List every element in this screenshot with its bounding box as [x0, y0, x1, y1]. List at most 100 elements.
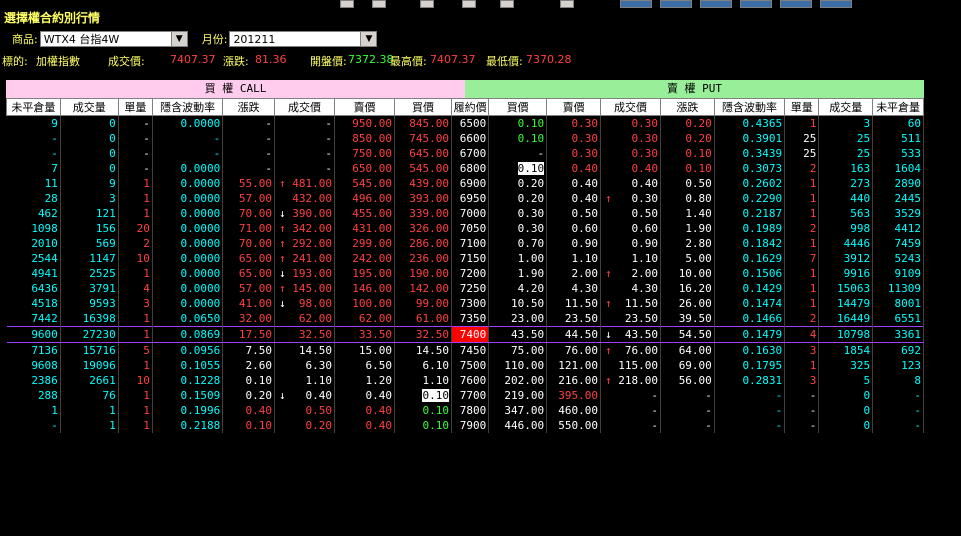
cell-p-vol[interactable]: 5 — [818, 373, 874, 388]
cell-p-iv[interactable]: 0.2290 — [714, 191, 786, 206]
cell-p-ask[interactable]: 550.00 — [546, 418, 601, 433]
cell-p-ask[interactable]: 0.40 — [546, 191, 601, 206]
cell-c-chg[interactable]: 32.00 — [222, 311, 276, 327]
cell-c-iv[interactable]: 0.0000 — [152, 221, 224, 236]
cell-p-ask[interactable]: 0.30 — [546, 115, 601, 131]
cell-p-vol[interactable]: 15063 — [818, 281, 874, 296]
column-header[interactable]: 賣價 — [334, 98, 396, 116]
cell-p-chg[interactable]: 1.40 — [660, 206, 715, 221]
month-select[interactable]: 201211 ▼ — [229, 31, 378, 47]
cell-c-vol[interactable]: 9593 — [60, 296, 119, 311]
cell-c-bid[interactable]: 0.10 — [394, 418, 452, 433]
cell-p-bid[interactable]: 0.10 — [488, 115, 548, 131]
cell-p-oi[interactable]: 8001 — [872, 296, 924, 311]
cell-strike[interactable]: 7800 — [450, 403, 490, 418]
cell-c-bid[interactable]: 236.00 — [394, 251, 452, 266]
cell-p-last[interactable]: ↑ 0.30 — [600, 191, 662, 206]
cell-c-iv[interactable]: 0.0000 — [152, 236, 224, 251]
cell-c-chg[interactable]: 41.00 — [222, 296, 276, 311]
toolbar-button[interactable] — [500, 0, 514, 8]
cell-strike[interactable]: 7450 — [450, 342, 490, 358]
cell-c-ask[interactable]: 0.40 — [334, 418, 396, 433]
cell-c-unit[interactable]: - — [118, 131, 153, 146]
cell-c-vol[interactable]: 0 — [60, 131, 119, 146]
cell-p-ask[interactable]: 76.00 — [546, 342, 601, 358]
option-row[interactable]: 1098 156 20 0.0000 71.00 ↑ 342.00 431.00 326.00 7… — [6, 221, 924, 236]
cell-c-last[interactable]: 0.20 — [274, 418, 336, 433]
cell-c-unit[interactable]: 2 — [118, 236, 153, 251]
cell-p-unit[interactable]: 3 — [784, 373, 820, 388]
toolbar-button[interactable] — [820, 0, 852, 8]
cell-p-last[interactable]: 0.90 — [600, 236, 662, 251]
cell-c-vol[interactable]: 569 — [60, 236, 119, 251]
column-header[interactable]: 單量 — [117, 98, 153, 116]
cell-p-chg[interactable]: 0.20 — [660, 115, 715, 131]
cell-c-oi[interactable]: 11 — [6, 176, 61, 191]
cell-p-oi[interactable]: 2445 — [872, 191, 924, 206]
cell-c-chg[interactable]: 70.00 — [222, 206, 276, 221]
cell-p-vol[interactable]: 25 — [818, 146, 874, 161]
cell-p-last[interactable]: 1.10 — [600, 251, 662, 266]
option-row[interactable]: 9600 27230 1 0.0869 17.50 32.50 33.50 32.50 7400… — [6, 326, 924, 343]
cell-p-bid[interactable]: 110.00 — [488, 358, 548, 373]
cell-p-iv[interactable]: 0.1989 — [714, 221, 786, 236]
cell-p-ask[interactable]: 0.90 — [546, 236, 601, 251]
cell-c-ask[interactable]: 455.00 — [334, 206, 396, 221]
column-header[interactable]: 履約價 — [450, 98, 490, 116]
cell-p-vol[interactable]: 4446 — [818, 236, 874, 251]
cell-p-unit[interactable]: 1 — [784, 281, 820, 296]
option-row[interactable]: - 0 - - - - 750.00 645.00 6700 - 0.30 0.30 0.10 0.343… — [6, 146, 924, 161]
cell-p-iv[interactable]: 0.1466 — [714, 311, 786, 327]
cell-c-chg[interactable]: 55.00 — [222, 176, 276, 191]
option-row[interactable]: 9 0 - 0.0000 - - 950.00 845.00 6500 0.10 0.30 0.30 0… — [6, 115, 924, 131]
cell-p-iv[interactable]: 0.1429 — [714, 281, 786, 296]
cell-c-bid[interactable]: 393.00 — [394, 191, 452, 206]
cell-p-last[interactable]: ↑ 76.00 — [600, 342, 662, 358]
cell-c-unit[interactable]: - — [118, 115, 153, 131]
column-header[interactable]: 未平倉量 — [6, 98, 61, 116]
cell-c-unit[interactable]: 1 — [118, 191, 153, 206]
cell-p-unit[interactable]: 1 — [784, 115, 820, 131]
cell-c-chg[interactable]: 65.00 — [222, 266, 276, 281]
cell-p-bid[interactable]: 0.30 — [488, 206, 548, 221]
cell-p-oi[interactable]: 5243 — [872, 251, 924, 266]
cell-p-oi[interactable]: 123 — [872, 358, 924, 373]
cell-strike[interactable]: 7900 — [450, 418, 490, 433]
cell-c-iv[interactable]: 0.0000 — [152, 161, 224, 176]
cell-p-oi[interactable]: 3361 — [872, 326, 924, 343]
column-header[interactable]: 賣價 — [546, 98, 601, 116]
cell-c-ask[interactable]: 100.00 — [334, 296, 396, 311]
cell-c-last[interactable]: 32.50 — [274, 326, 336, 343]
column-header[interactable]: 漲跌 — [222, 98, 276, 116]
cell-p-oi[interactable]: 7459 — [872, 236, 924, 251]
cell-c-unit[interactable]: 1 — [118, 176, 153, 191]
cell-c-oi[interactable]: 7 — [6, 161, 61, 176]
cell-c-unit[interactable]: 1 — [118, 326, 153, 343]
cell-p-bid[interactable]: 0.10 — [488, 131, 548, 146]
cell-p-vol[interactable]: 9916 — [818, 266, 874, 281]
cell-c-last[interactable]: 0.50 — [274, 403, 336, 418]
option-row[interactable]: 462 121 1 0.0000 70.00 ↓ 390.00 455.00 339.00 700… — [6, 206, 924, 221]
option-row[interactable]: - 1 1 0.2188 0.10 0.20 0.40 0.10 7900 446.00 550.0… — [6, 418, 924, 433]
cell-c-iv[interactable]: 0.1055 — [152, 358, 224, 373]
cell-c-bid[interactable]: 339.00 — [394, 206, 452, 221]
cell-p-iv[interactable]: 0.1629 — [714, 251, 786, 266]
cell-p-ask[interactable]: 44.50 — [546, 326, 601, 343]
cell-c-vol[interactable]: 19096 — [60, 358, 119, 373]
cell-c-ask[interactable]: 62.00 — [334, 311, 396, 327]
cell-c-last[interactable]: ↑ 145.00 — [274, 281, 336, 296]
cell-strike[interactable]: 7000 — [450, 206, 490, 221]
cell-p-oi[interactable]: 60 — [872, 115, 924, 131]
cell-p-iv[interactable]: 0.2831 — [714, 373, 786, 388]
cell-c-iv[interactable]: - — [152, 131, 224, 146]
cell-p-last[interactable]: - — [600, 403, 662, 418]
cell-p-vol[interactable]: 998 — [818, 221, 874, 236]
cell-p-iv[interactable]: 0.1842 — [714, 236, 786, 251]
cell-p-unit[interactable]: 3 — [784, 342, 820, 358]
cell-c-chg[interactable]: 2.60 — [222, 358, 276, 373]
cell-c-bid[interactable]: 99.00 — [394, 296, 452, 311]
cell-c-oi[interactable]: - — [6, 131, 61, 146]
cell-p-unit[interactable]: 1 — [784, 358, 820, 373]
cell-c-chg[interactable]: 0.40 — [222, 403, 276, 418]
column-header[interactable]: 買價 — [488, 98, 548, 116]
